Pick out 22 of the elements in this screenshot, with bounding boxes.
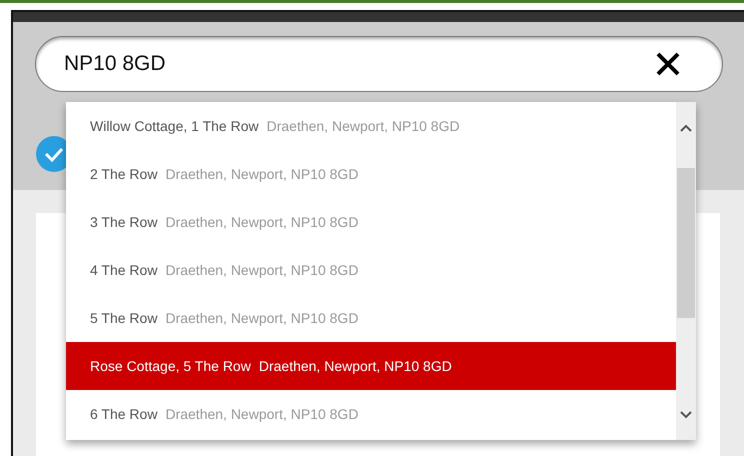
locality-text: Draethen, Newport, NP10 8GD bbox=[165, 212, 358, 232]
close-icon[interactable] bbox=[655, 51, 681, 77]
suggestion-item[interactable]: Rose Cottage, 5 The Row Draethen, Newport, NP10 8GD bbox=[66, 342, 676, 390]
address-text: 6 The Row bbox=[90, 404, 158, 424]
scroll-up-icon[interactable] bbox=[680, 124, 692, 132]
locality-text: Draethen, Newport, NP10 8GD bbox=[266, 116, 460, 136]
locality-text: Draethen, Newport, NP10 8GD bbox=[165, 260, 358, 280]
locality-text: Draethen, Newport, NP10 8GD bbox=[165, 404, 358, 424]
locality-text: Draethen, Newport, NP10 8GD bbox=[165, 164, 358, 184]
address-text: Willow Cottage, 1 The Row bbox=[90, 116, 259, 136]
address-text: 2 The Row bbox=[90, 164, 158, 184]
locality-text: Draethen, Newport, NP10 8GD bbox=[165, 308, 358, 328]
suggestion-item[interactable]: Willow Cottage, 1 The Row Draethen, Newport, NP10 8GD bbox=[66, 102, 676, 150]
scroll-thumb[interactable] bbox=[677, 168, 695, 318]
search-field[interactable]: NP10 8GD bbox=[35, 36, 723, 92]
address-text: 5 The Row bbox=[90, 308, 158, 328]
address-text: Rose Cottage, 5 The Row bbox=[90, 356, 251, 376]
scrollbar[interactable] bbox=[676, 102, 696, 440]
scroll-down-icon[interactable] bbox=[680, 411, 692, 419]
locality-text: Draethen, Newport, NP10 8GD bbox=[258, 356, 452, 376]
address-text: 3 The Row bbox=[90, 212, 158, 232]
address-text: 4 The Row bbox=[90, 260, 158, 280]
